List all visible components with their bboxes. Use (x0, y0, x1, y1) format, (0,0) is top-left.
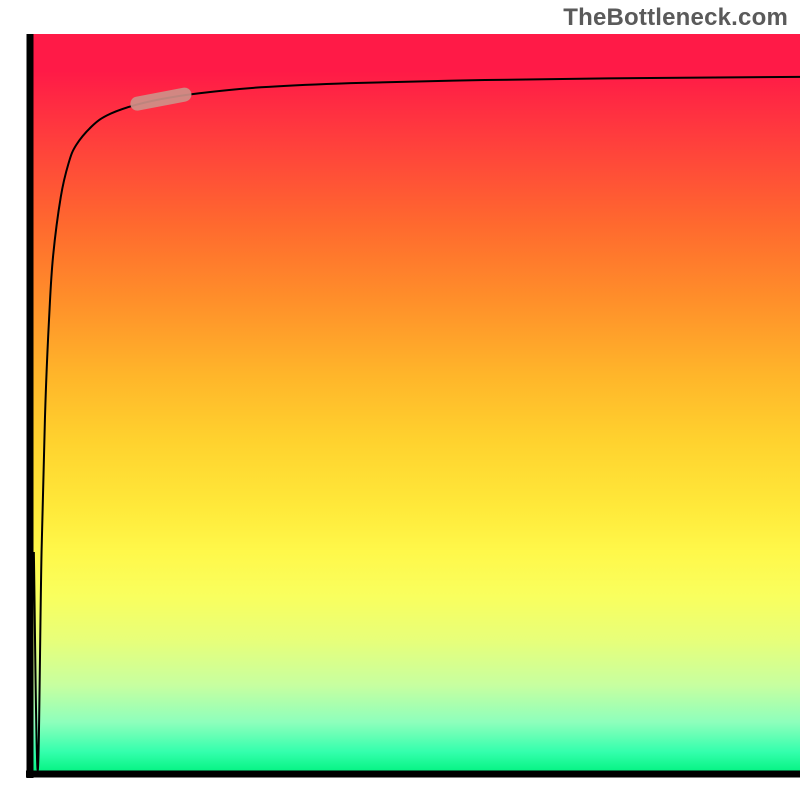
attribution-text: TheBottleneck.com (563, 4, 788, 32)
chart-root: TheBottleneck.com (0, 0, 800, 800)
gradient-background (30, 34, 800, 774)
